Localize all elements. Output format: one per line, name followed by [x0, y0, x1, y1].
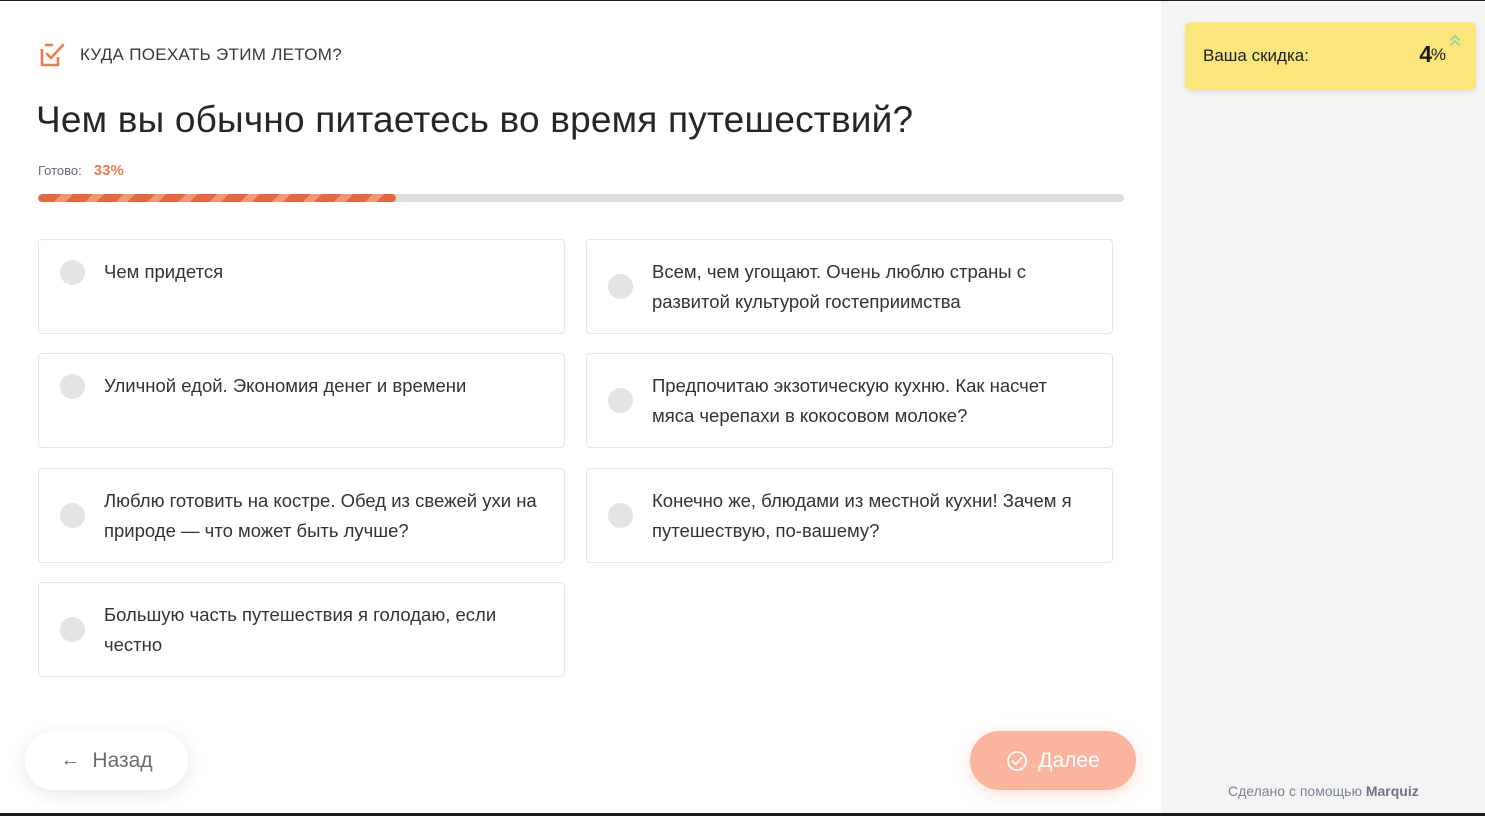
quiz-header: КУДА ПОЕХАТЬ ЭТИМ ЛЕТОМ? [38, 41, 342, 69]
quiz-main-panel: КУДА ПОЕХАТЬ ЭТИМ ЛЕТОМ? Чем вы обычно п… [0, 1, 1161, 813]
radio-button[interactable] [60, 260, 85, 285]
progress-bar [38, 194, 1124, 202]
radio-button[interactable] [60, 617, 85, 642]
next-button[interactable]: Далее [970, 731, 1136, 790]
answer-option[interactable]: Конечно же, блюдами из местной кухни! За… [586, 468, 1113, 563]
answer-option[interactable]: Большую часть путешествия я голодаю, есл… [38, 582, 565, 677]
sidebar: Ваша скидка: 4 % Сделано с помощью Marqu… [1161, 1, 1485, 813]
answer-option-label: Большую часть путешествия я голодаю, есл… [104, 604, 497, 655]
answer-option[interactable]: Всем, чем угощают. Очень люблю страны с … [586, 239, 1113, 334]
back-button-label: Назад [92, 748, 153, 772]
quiz-title: КУДА ПОЕХАТЬ ЭТИМ ЛЕТОМ? [80, 45, 342, 64]
radio-button[interactable] [608, 388, 633, 413]
answer-option[interactable]: Предпочитаю экзотическую кухню. Как насч… [586, 353, 1113, 448]
next-button-label: Далее [1038, 748, 1100, 772]
answer-option[interactable]: Люблю готовить на костре. Обед из свежей… [38, 468, 565, 563]
progress-caption: Готово: [38, 163, 82, 178]
discount-label: Ваша скидка: [1203, 46, 1309, 65]
answer-option-label: Предпочитаю экзотическую кухню. Как насч… [652, 375, 1047, 426]
answer-option-label: Люблю готовить на костре. Обед из свежей… [104, 490, 537, 541]
question-title: Чем вы обычно питаетесь во время путешес… [36, 99, 914, 140]
answer-option-label: Уличной едой. Экономия денег и времени [104, 375, 467, 396]
radio-button[interactable] [60, 503, 85, 528]
arrow-left-icon: ← [60, 749, 81, 771]
answer-option-label: Чем придется [104, 261, 224, 282]
radio-button[interactable] [60, 374, 85, 399]
discount-card: Ваша скидка: 4 % [1185, 22, 1476, 90]
powered-by[interactable]: Сделано с помощью Marquiz [1228, 783, 1419, 799]
answer-option[interactable]: Чем придется [38, 239, 565, 334]
powered-by-prefix: Сделано с помощью [1228, 783, 1362, 799]
powered-by-brand[interactable]: Marquiz [1366, 783, 1419, 799]
radio-button[interactable] [608, 503, 633, 528]
checklist-icon [40, 43, 65, 67]
progress-bar-fill [38, 194, 397, 202]
double-chevron-up-icon [1450, 35, 1460, 46]
quiz-window: КУДА ПОЕХАТЬ ЭТИМ ЛЕТОМ? Чем вы обычно п… [0, 0, 1485, 816]
progress-percent: 33% [93, 162, 124, 179]
discount-unit: % [1430, 45, 1446, 64]
back-button[interactable]: ← Назад [25, 731, 188, 790]
answer-option-label: Конечно же, блюдами из местной кухни! За… [652, 490, 1072, 541]
answer-option-label: Всем, чем угощают. Очень люблю страны с … [652, 261, 1026, 312]
radio-button[interactable] [608, 274, 633, 299]
answer-option[interactable]: Уличной едой. Экономия денег и времени [38, 353, 565, 448]
progress-label: Готово: 33% [38, 162, 124, 179]
check-circle-icon [1007, 750, 1028, 771]
